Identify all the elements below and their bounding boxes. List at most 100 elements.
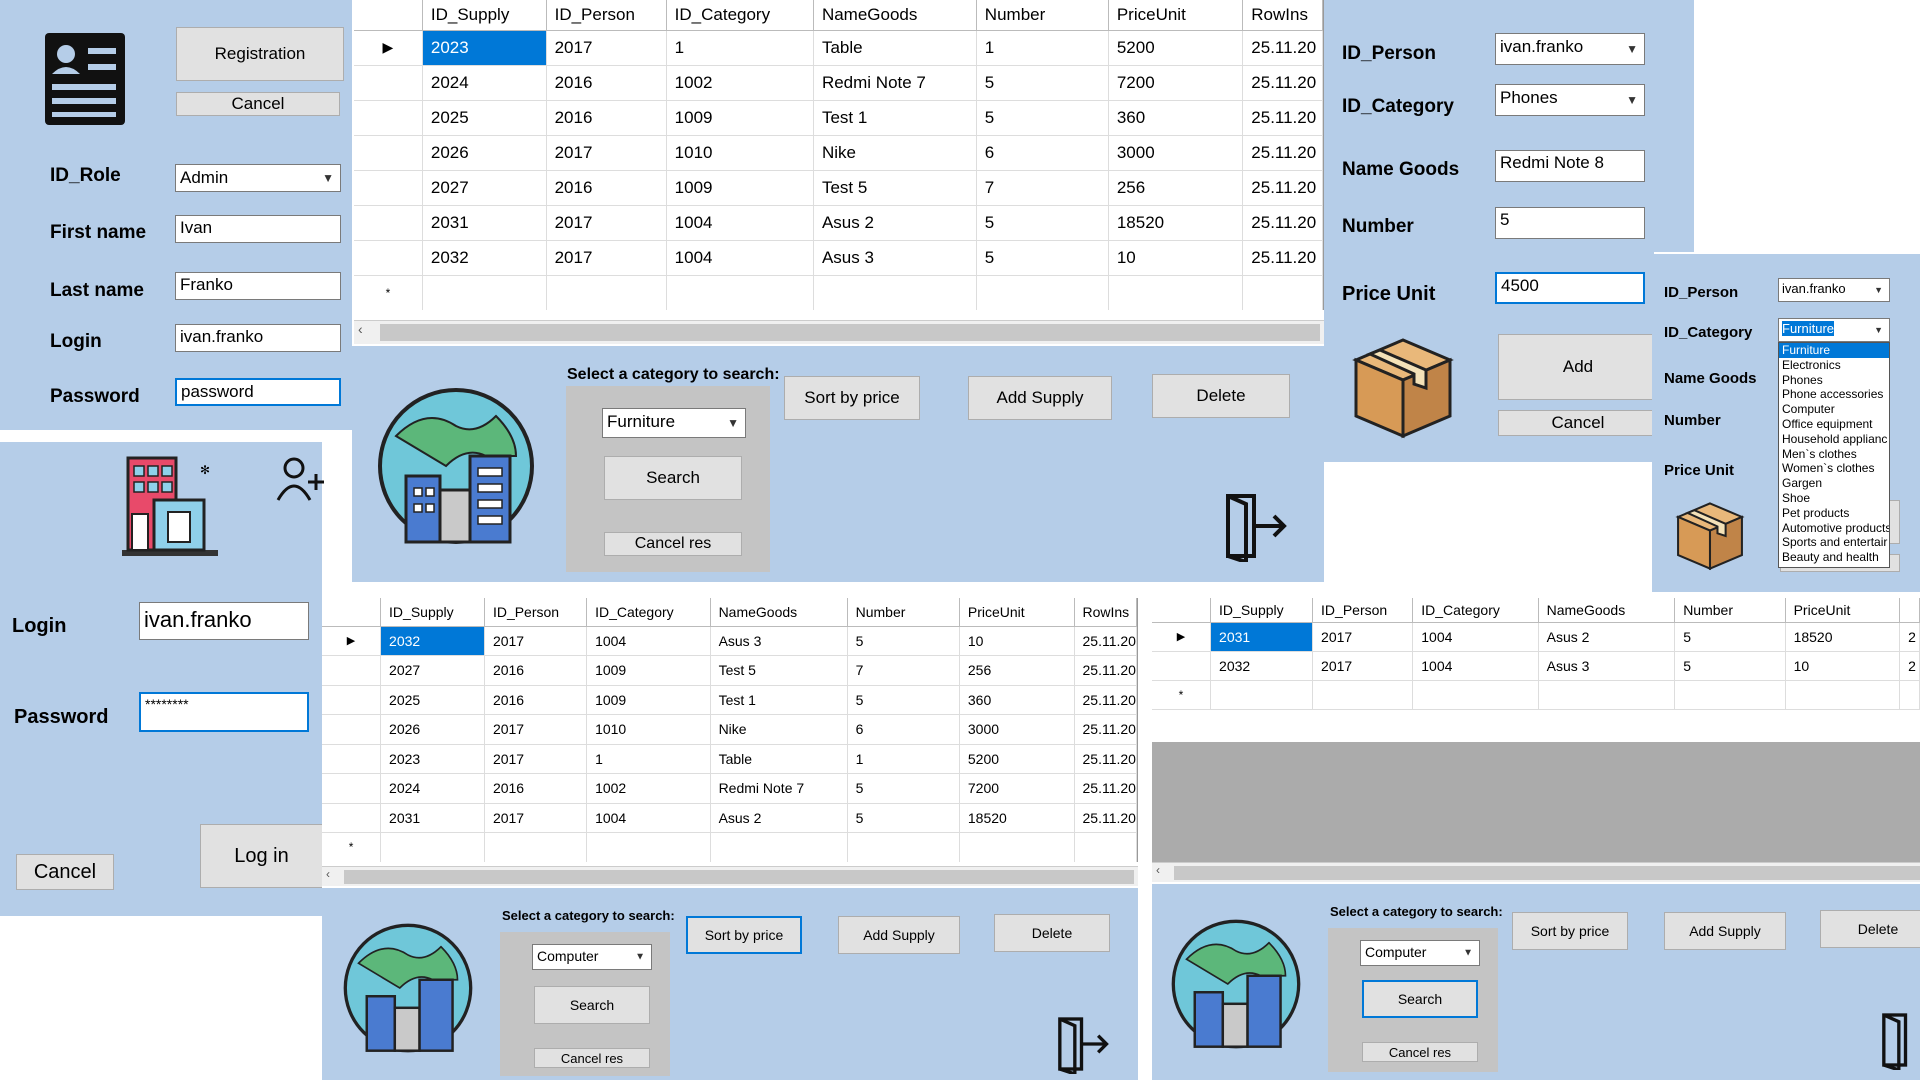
table-cell[interactable]: 18520 <box>959 803 1075 833</box>
table-cell[interactable]: 7200 <box>959 773 1075 804</box>
col-header[interactable]: ID_Supply <box>1210 598 1314 623</box>
table-cell[interactable] <box>546 275 667 310</box>
table-cell[interactable]: Asus 2 <box>710 803 848 833</box>
table-cell[interactable] <box>422 275 547 310</box>
table-cell[interactable]: 2017 <box>1312 651 1414 681</box>
table-cell[interactable]: 6 <box>847 714 960 745</box>
table-row[interactable]: 2027 2016 1009 Test 5 7 256 25.11.20 <box>354 170 1323 206</box>
new-row[interactable]: * <box>354 275 1323 310</box>
table-cell[interactable]: 5 <box>976 240 1109 276</box>
add-supply-button[interactable]: Add Supply <box>838 916 960 954</box>
add-id-category-select[interactable]: Phones ▼ <box>1495 84 1645 116</box>
col-header[interactable]: Number <box>1674 598 1786 623</box>
table-cell[interactable]: 1009 <box>586 685 711 715</box>
dropdown-option[interactable]: Men`s clothes <box>1779 447 1889 462</box>
small-id-category-select[interactable]: Furniture ▼ <box>1778 318 1890 342</box>
delete-button[interactable]: Delete <box>1820 910 1920 948</box>
table-cell[interactable]: 1004 <box>666 240 814 276</box>
table-cell[interactable] <box>484 832 588 862</box>
col-header[interactable]: RowIns <box>1899 598 1920 623</box>
row-header[interactable] <box>322 773 382 804</box>
supply-grid-filtered[interactable]: ID_Supply ID_Person ID_Category NameGood… <box>1152 598 1920 742</box>
dropdown-option[interactable]: Phone accessories <box>1779 387 1889 402</box>
table-cell[interactable]: 1004 <box>666 205 814 241</box>
row-header[interactable] <box>322 685 382 715</box>
add-price-unit-input[interactable]: 4500 <box>1495 272 1645 304</box>
table-cell[interactable]: 25.11.20 <box>1242 170 1323 206</box>
sort-by-price-button[interactable]: Sort by price <box>1512 912 1628 950</box>
table-cell[interactable]: Asus 3 <box>1538 651 1676 681</box>
table-cell[interactable]: 360 <box>1108 100 1244 136</box>
add-button[interactable]: Add <box>1498 334 1658 400</box>
exit-door-icon[interactable] <box>1880 1010 1920 1070</box>
table-cell[interactable]: 25.11.20 <box>1242 205 1323 241</box>
table-cell[interactable]: 2024 <box>422 65 547 101</box>
table-cell[interactable]: 25.11.20 <box>1242 65 1323 101</box>
table-cell[interactable]: 2026 <box>380 714 485 745</box>
table-cell[interactable]: 25.11.20 <box>1074 773 1137 804</box>
table-cell[interactable]: 2023 <box>422 30 547 66</box>
table-cell[interactable]: 5 <box>1674 651 1786 681</box>
table-row[interactable]: 2024 2016 1002 Redmi Note 7 5 7200 25.11.20 <box>354 65 1323 101</box>
row-header[interactable] <box>354 65 423 101</box>
table-cell[interactable]: 5 <box>847 685 960 715</box>
table-cell[interactable]: 25.11.20 <box>1242 100 1323 136</box>
login-input[interactable]: ivan.franko <box>139 602 309 640</box>
col-header[interactable]: PriceUnit <box>1785 598 1901 623</box>
scrollbar-thumb[interactable] <box>344 870 1134 884</box>
table-cell[interactable]: 1009 <box>666 100 814 136</box>
dropdown-option[interactable]: Automotive products <box>1779 521 1889 536</box>
col-header[interactable]: ID_Person <box>484 598 588 627</box>
table-cell[interactable]: 18520 <box>1785 622 1901 652</box>
col-header[interactable]: NameGoods <box>1538 598 1676 623</box>
table-cell[interactable]: 10 <box>1785 651 1901 681</box>
scroll-left-icon[interactable]: ‹ <box>358 321 363 337</box>
add-cancel-button[interactable]: Cancel <box>1498 410 1658 436</box>
col-header[interactable]: ID_Category <box>1412 598 1539 623</box>
registration-cancel-button[interactable]: Cancel <box>176 92 340 116</box>
new-row-asterisk-icon[interactable]: * <box>354 275 423 310</box>
table-cell[interactable]: 5 <box>976 65 1109 101</box>
table-cell[interactable]: 2031 <box>422 205 547 241</box>
col-header[interactable]: RowIns <box>1074 598 1137 627</box>
table-cell[interactable]: Asus 3 <box>813 240 977 276</box>
table-cell[interactable]: 1002 <box>666 65 814 101</box>
col-header[interactable]: ID_Category <box>586 598 711 627</box>
table-cell[interactable]: 1004 <box>1412 651 1539 681</box>
table-cell[interactable]: 2016 <box>484 655 588 686</box>
id-role-select[interactable]: Admin ▼ <box>175 164 341 192</box>
table-row[interactable]: 2032 2017 1004 Asus 3 5 10 2 <box>1152 651 1920 681</box>
table-cell[interactable] <box>1899 680 1920 710</box>
table-cell[interactable]: 10 <box>1108 240 1244 276</box>
table-cell[interactable]: 2016 <box>546 100 667 136</box>
table-cell[interactable]: 1009 <box>666 170 814 206</box>
table-row[interactable]: 2026 2017 1010 Nike 6 3000 25.11.20 <box>354 135 1323 171</box>
login-cancel-button[interactable]: Cancel <box>16 854 114 890</box>
table-cell[interactable]: 2025 <box>380 685 485 715</box>
new-row-asterisk-icon[interactable]: * <box>1152 680 1212 710</box>
table-cell[interactable]: 1 <box>847 744 960 774</box>
table-cell[interactable]: 2017 <box>484 714 588 745</box>
table-cell[interactable] <box>586 832 711 862</box>
table-row[interactable]: 2031 2017 1004 Asus 2 5 18520 25.11.20 <box>322 803 1137 833</box>
table-cell[interactable] <box>1674 680 1786 710</box>
table-cell[interactable]: 25.11.20 <box>1074 655 1137 686</box>
delete-button[interactable]: Delete <box>994 914 1110 952</box>
table-row[interactable]: ▶ 2023 2017 1 Table 1 5200 25.11.20 <box>354 30 1323 66</box>
table-cell[interactable] <box>666 275 814 310</box>
dropdown-option[interactable]: Office equipment <box>1779 417 1889 432</box>
dropdown-option[interactable]: Computer <box>1779 402 1889 417</box>
table-cell[interactable] <box>1412 680 1539 710</box>
scroll-left-icon[interactable]: ‹ <box>326 867 330 881</box>
table-cell[interactable] <box>813 275 977 310</box>
table-cell[interactable]: 1009 <box>586 655 711 686</box>
table-cell[interactable]: Table <box>710 744 848 774</box>
cancel-results-button[interactable]: Cancel res <box>1362 1042 1478 1062</box>
table-cell[interactable]: 2017 <box>484 626 588 656</box>
add-supply-button[interactable]: Add Supply <box>1664 912 1786 950</box>
table-cell[interactable] <box>1108 275 1244 310</box>
search-button[interactable]: Search <box>604 456 742 500</box>
table-cell[interactable]: Table <box>813 30 977 66</box>
table-cell[interactable]: Asus 2 <box>813 205 977 241</box>
table-row[interactable]: 2025 2016 1009 Test 1 5 360 25.11.20 <box>354 100 1323 136</box>
